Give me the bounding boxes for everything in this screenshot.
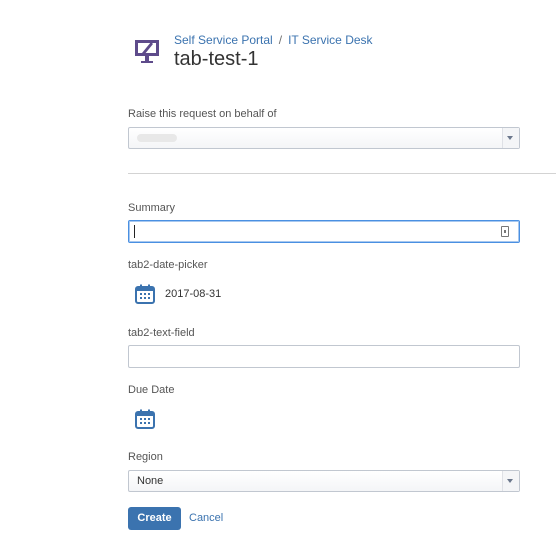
chevron-down-icon[interactable] <box>502 128 519 148</box>
tab2-date-picker-value: 2017-08-31 <box>165 288 222 300</box>
breadcrumb: Self Service Portal / IT Service Desk <box>174 33 373 47</box>
section-divider <box>128 173 556 174</box>
summary-input[interactable] <box>128 220 520 243</box>
page-title: tab-test-1 <box>174 48 259 70</box>
calendar-icon[interactable] <box>135 284 155 304</box>
region-label: Region <box>128 451 163 463</box>
monitor-portal-icon <box>134 38 162 66</box>
breadcrumb-it-service-desk[interactable]: IT Service Desk <box>288 33 372 47</box>
cancel-link[interactable]: Cancel <box>189 512 223 524</box>
breadcrumb-self-service-portal[interactable]: Self Service Portal <box>174 33 273 47</box>
due-date-label: Due Date <box>128 384 175 396</box>
text-caret <box>134 225 135 238</box>
tab2-text-field-input[interactable] <box>128 345 520 368</box>
create-button[interactable]: Create <box>128 507 181 530</box>
redacted-user-value <box>137 134 177 142</box>
breadcrumb-separator: / <box>278 33 283 47</box>
calendar-icon[interactable] <box>135 409 155 429</box>
on-behalf-select[interactable] <box>128 127 520 149</box>
field-helper-icon[interactable] <box>501 226 509 237</box>
region-select[interactable]: None <box>128 470 520 492</box>
tab2-date-picker-label: tab2-date-picker <box>128 259 208 271</box>
chevron-down-icon[interactable] <box>502 471 519 491</box>
summary-label: Summary <box>128 202 176 214</box>
on-behalf-label: Raise this request on behalf of <box>128 108 277 120</box>
region-value: None <box>137 475 164 487</box>
tab2-text-field-label: tab2-text-field <box>128 327 195 339</box>
